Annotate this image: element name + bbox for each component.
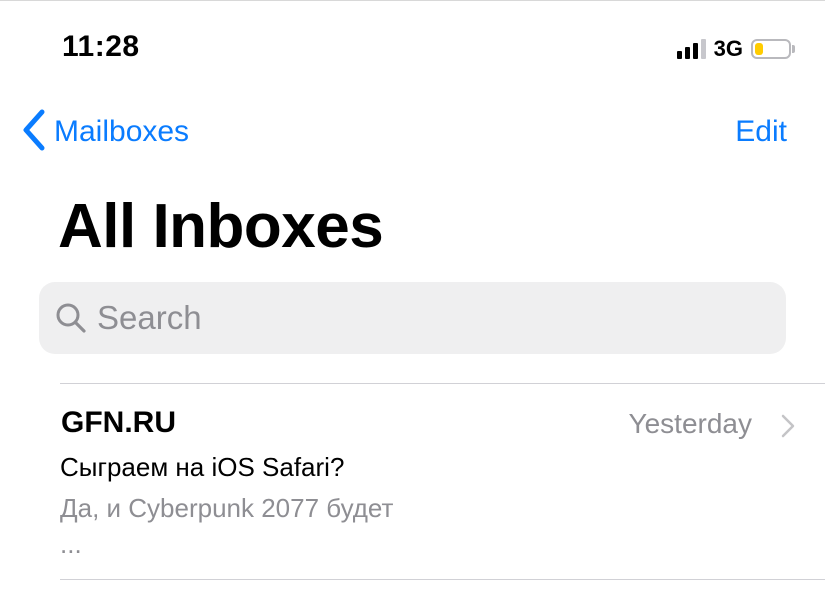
back-label: Mailboxes [54, 115, 190, 148]
search-input[interactable]: Search [39, 282, 786, 354]
network-type: 3G [713, 36, 743, 61]
page-title: All Inboxes [58, 192, 384, 261]
battery-icon [751, 39, 795, 59]
back-button[interactable]: Mailboxes [22, 109, 190, 156]
message-preview-line: Да, и Cyberpunk 2077 будет [60, 493, 394, 523]
message-preview: Да, и Cyberpunk 2077 будет ... [60, 490, 480, 562]
search-icon [55, 302, 87, 334]
cellular-signal-icon [676, 39, 706, 59]
status-time: 11:28 [62, 30, 140, 63]
edit-button[interactable]: Edit [735, 110, 787, 154]
battery-level [755, 43, 763, 55]
message-preview-ellipsis: ... [60, 529, 82, 559]
top-rule [0, 0, 825, 1]
list-divider [60, 579, 825, 580]
message-row[interactable]: GFN.RU Yesterday Сыграем на iOS Safari? … [0, 384, 825, 579]
message-date: Yesterday [628, 408, 753, 439]
status-indicators: 3G [676, 36, 795, 62]
message-subject: Сыграем на iOS Safari? [60, 452, 345, 482]
chevron-right-icon [781, 414, 795, 443]
search-placeholder: Search [97, 299, 202, 336]
message-sender: GFN.RU [61, 406, 176, 439]
chevron-left-icon [22, 109, 46, 156]
